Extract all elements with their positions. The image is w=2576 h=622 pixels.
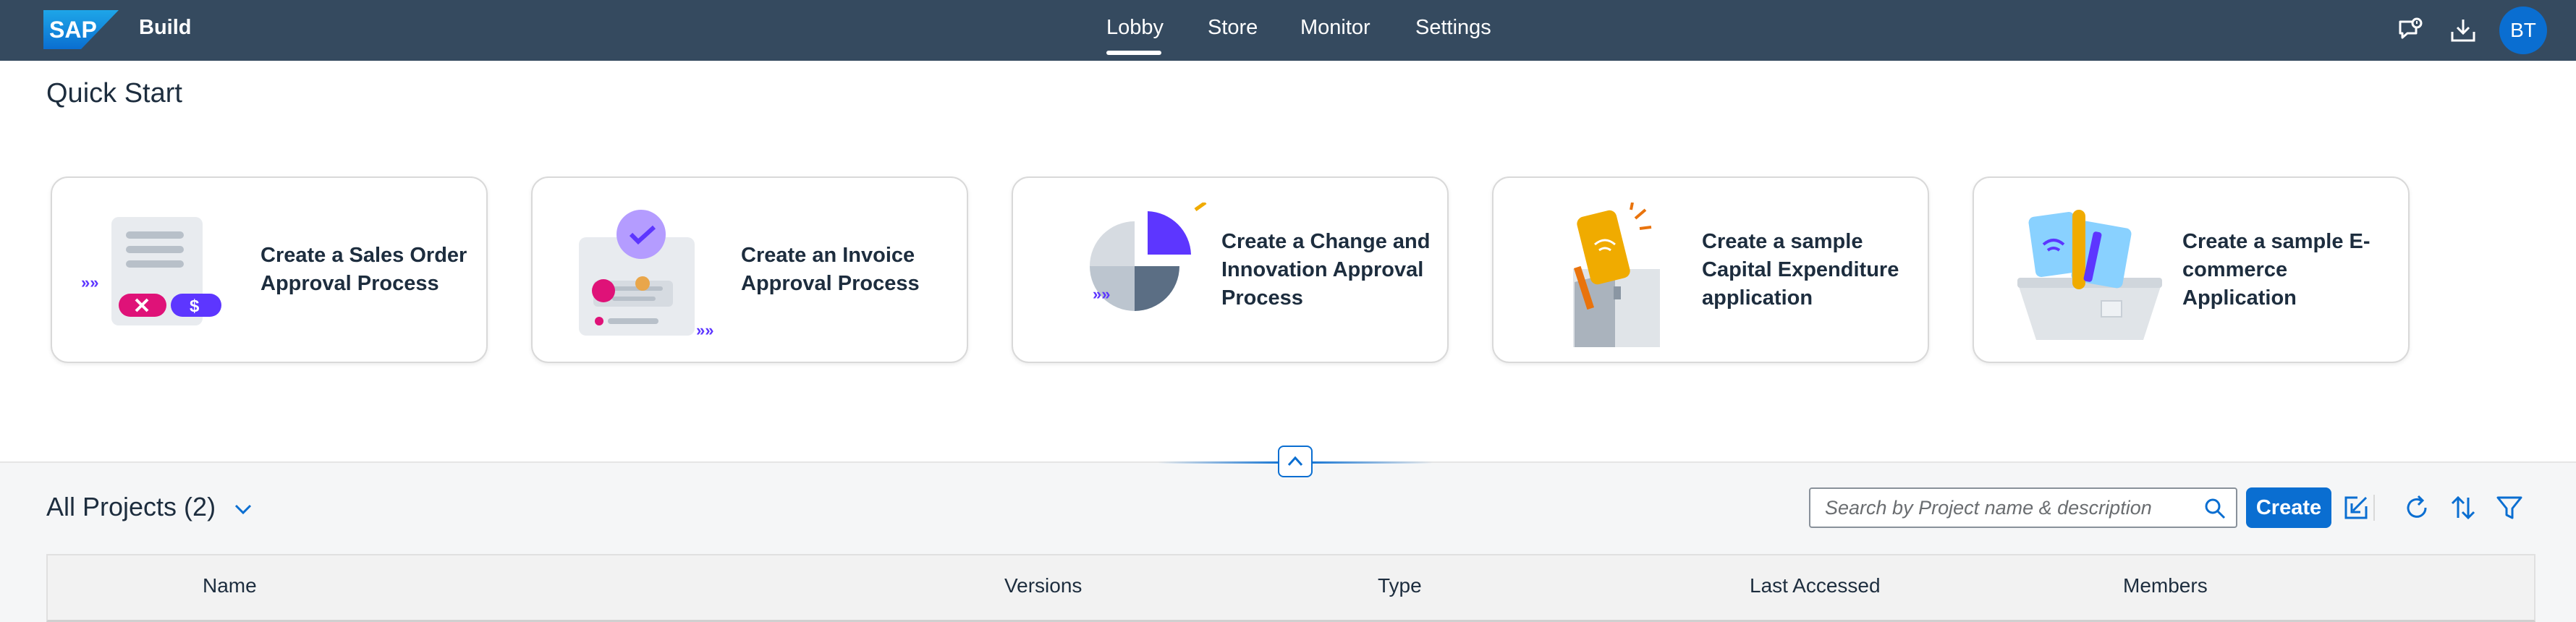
nav-settings[interactable]: Settings: [1415, 16, 1491, 40]
svg-text:»»: »»: [1093, 285, 1110, 303]
projects-table-header: Name Versions Type Last Accessed Members: [46, 554, 2535, 622]
download-icon[interactable]: [2449, 16, 2478, 45]
sort-icon[interactable]: [2449, 493, 2478, 522]
chevron-down-icon[interactable]: [233, 499, 253, 519]
pie-chart-illustration: »»: [1090, 203, 1207, 311]
create-button[interactable]: Create: [2246, 487, 2331, 528]
svg-text:SAP: SAP: [49, 17, 97, 43]
invoice-illustration: »»: [579, 210, 713, 339]
splitter-line-left: [1158, 461, 1288, 464]
quick-start-card-invoice[interactable]: »» Create an Invoice Approval Process: [531, 176, 968, 363]
filter-icon[interactable]: [2495, 493, 2524, 522]
sales-order-illustration: $ »»: [81, 217, 221, 325]
nav-monitor[interactable]: Monitor: [1300, 16, 1370, 40]
capex-illustration: [1573, 203, 1660, 347]
card-label: Create a Change and Innovation Approval …: [1221, 229, 1431, 310]
search-input[interactable]: [1825, 489, 2187, 527]
collapse-quick-start-button[interactable]: [1278, 446, 1313, 477]
svg-text:$: $: [190, 297, 200, 316]
feedback-icon[interactable]: [2397, 16, 2425, 45]
toolbar-separator: [2373, 495, 2375, 521]
column-header-versions[interactable]: Versions: [1004, 574, 1082, 597]
quick-start-title: Quick Start: [46, 78, 182, 108]
quick-start-card-capex[interactable]: Create a sample Capital Expenditure appl…: [1492, 176, 1929, 363]
column-header-members[interactable]: Members: [2123, 574, 2208, 597]
column-header-type[interactable]: Type: [1378, 574, 1422, 597]
svg-text:»»: »»: [696, 321, 713, 339]
product-name: Build: [139, 16, 192, 39]
ecommerce-illustration: [2017, 210, 2162, 340]
import-icon[interactable]: [2342, 493, 2370, 522]
nav-store[interactable]: Store: [1208, 16, 1258, 40]
quick-start-card-sales-order[interactable]: $ »» Create a Sales Order Approval Proce…: [51, 176, 488, 363]
refresh-icon[interactable]: [2402, 493, 2431, 522]
card-label: Create a Sales Order Approval Process: [260, 244, 467, 295]
sap-logo[interactable]: SAP: [43, 10, 119, 49]
quick-start-card-ecommerce[interactable]: Create a sample E-commerce Application: [1973, 176, 2410, 363]
chevron-up-icon: [1287, 456, 1303, 466]
column-header-last-accessed[interactable]: Last Accessed: [1750, 574, 1881, 597]
svg-text:»»: »»: [81, 273, 98, 291]
card-label: Create a sample E-commerce Application: [2182, 229, 2370, 310]
shell-bar: SAP Build Lobby Store Monitor Settings B…: [0, 0, 2576, 61]
nav-active-indicator: [1106, 51, 1161, 55]
card-label: Create an Invoice Approval Process: [741, 244, 920, 295]
quick-start-card-change-innovation[interactable]: »» Create a Change and Innovation Approv…: [1012, 176, 1449, 363]
column-header-name[interactable]: Name: [203, 574, 257, 597]
user-avatar[interactable]: BT: [2499, 7, 2547, 54]
splitter-line-right: [1302, 461, 1433, 464]
projects-title[interactable]: All Projects (2): [46, 492, 216, 522]
card-label: Create a sample Capital Expenditure appl…: [1702, 229, 1899, 310]
search-icon[interactable]: [2204, 498, 2226, 519]
project-search[interactable]: [1809, 487, 2237, 528]
nav-lobby[interactable]: Lobby: [1106, 16, 1164, 40]
